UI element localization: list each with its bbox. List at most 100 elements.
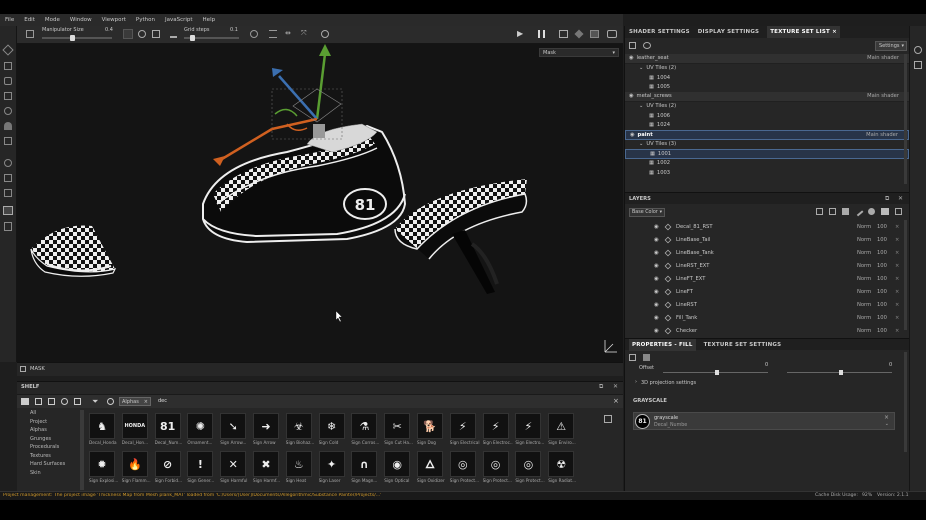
close-icon[interactable]: × (895, 276, 899, 282)
shelf-item[interactable]: ✹ Sign Explosi... (89, 451, 118, 487)
uv-tiles-row[interactable]: ⌄ UV Tiles (2) (625, 102, 909, 112)
link-icon[interactable] (643, 42, 651, 49)
pause-icon[interactable] (538, 30, 545, 38)
opacity-value[interactable]: 100 (877, 328, 887, 334)
chevron-down-icon[interactable]: ⌄ (639, 103, 643, 109)
menu-edit[interactable]: Edit (24, 17, 35, 23)
menu-file[interactable]: File (5, 17, 14, 23)
menu-window[interactable]: Window (70, 17, 92, 23)
shelf-item[interactable]: ◉ Sign Optical (384, 451, 412, 487)
slider-handle[interactable] (190, 35, 195, 41)
list-icon[interactable] (914, 61, 922, 69)
offset-slider-1[interactable] (663, 370, 768, 375)
shelf-item[interactable]: ✖ Sign Harmf... (253, 451, 281, 487)
slider-handle[interactable] (715, 370, 719, 375)
opacity-value[interactable]: 100 (877, 289, 887, 295)
close-icon[interactable]: × (884, 414, 889, 421)
shelf-item[interactable]: ∩ Sign Magn... (351, 451, 379, 487)
tab-shader-settings[interactable]: SHADER SETTINGS (629, 29, 690, 35)
align-icon[interactable] (269, 30, 277, 38)
paint-brush-icon[interactable] (2, 44, 14, 56)
shelf-item[interactable]: ⚗ Sign Corros... (351, 413, 379, 449)
popout-icon[interactable]: ⧉ (885, 195, 889, 203)
uv-tiles-row[interactable]: ⌄ UV Tiles (3) (625, 140, 909, 150)
grid-view-icon[interactable] (604, 415, 612, 423)
opacity-value[interactable]: 100 (877, 224, 887, 230)
offset-value-1[interactable]: 0 (765, 362, 768, 368)
category-skin[interactable]: Skin (17, 469, 87, 478)
shelf-item[interactable]: ♞ Decal_Honda (89, 413, 117, 449)
console-icon[interactable] (3, 206, 13, 215)
category-grunges[interactable]: Grunges (17, 435, 87, 444)
shelf-item[interactable]: ➜ Sign Arrow (253, 413, 281, 449)
physics-icon[interactable] (4, 159, 12, 167)
shader-label[interactable]: Main shader (866, 132, 898, 138)
material-icon[interactable] (868, 208, 875, 215)
grid-steps-value[interactable]: 0.1 (230, 27, 238, 33)
shelf-item[interactable]: ➘ Sign Arrow... (220, 413, 248, 449)
shelf-item[interactable]: ✕ Sign Harmful (220, 451, 248, 487)
close-icon[interactable]: × (895, 263, 899, 269)
eye-icon[interactable]: ◉ (654, 328, 659, 334)
shelf-item[interactable]: ✦ Sign Laser (318, 451, 347, 487)
blend-mode[interactable]: Norm (857, 289, 871, 295)
uv-mode-icon[interactable] (643, 354, 650, 361)
shelf-item[interactable]: ⚡ Sign Electro... (515, 413, 544, 449)
properties-scrollbar[interactable] (904, 352, 907, 452)
eye-icon[interactable]: ◉ (654, 237, 659, 243)
filter-icon[interactable]: ⏷ (92, 397, 98, 407)
chevron-down-icon[interactable]: ⌄ (639, 141, 643, 147)
texture-set-row-selected[interactable]: ◉ paint Main shader (625, 130, 909, 140)
layer-row[interactable]: ◉ LineBase_Tank Norm 100 × (625, 246, 909, 259)
settings-icon[interactable] (629, 42, 636, 49)
texture-set-row[interactable]: ◉ leather_seat Main shader (625, 54, 909, 64)
shelf-item[interactable]: 81 Decal_Num... (154, 413, 183, 449)
opacity-value[interactable]: 100 (877, 263, 887, 269)
settings-dropdown[interactable]: Settings ▾ (875, 41, 907, 51)
category-project[interactable]: Project (17, 418, 87, 427)
shelf-item[interactable]: ⊘ Sign Forbid... (154, 451, 183, 487)
close-icon[interactable]: × (144, 398, 148, 406)
add-paint-layer-icon[interactable] (853, 206, 864, 217)
trash-icon[interactable] (895, 208, 902, 215)
layer-row[interactable]: ◉ LineFT Norm 100 × (625, 285, 909, 298)
uv-tile-row-selected[interactable]: ▦ 1001 (625, 149, 909, 159)
eye-icon[interactable]: ◉ (629, 55, 634, 61)
history-icon[interactable] (321, 30, 329, 38)
manipulator-size-slider[interactable] (42, 35, 112, 41)
tab-texture-set-settings[interactable]: TEXTURE SET SETTINGS (704, 342, 782, 348)
menu-python[interactable]: Python (136, 17, 155, 23)
add-fill-icon[interactable] (842, 208, 849, 215)
shelf-item[interactable]: 🐕 Sign Dog (417, 413, 445, 449)
checkbox-icon[interactable] (20, 366, 26, 372)
blend-mode[interactable]: Norm (857, 263, 871, 269)
hide-icon[interactable] (61, 398, 68, 405)
close-icon[interactable]: × (895, 328, 899, 334)
filter-tag[interactable]: Alphas × (119, 397, 151, 406)
shelf-item[interactable]: ❄ Sign Cold (318, 413, 347, 449)
blend-mode[interactable]: Norm (857, 250, 871, 256)
search-icon[interactable] (107, 398, 114, 405)
blend-mode[interactable]: Norm (857, 328, 871, 334)
eye-icon[interactable]: ◉ (630, 132, 635, 138)
shelf-item[interactable]: ☣ Sign Biohaz... (285, 413, 314, 449)
category-alphas[interactable]: Alphas (17, 426, 87, 435)
texture-set-row[interactable]: ◉ metal_screws Main shader (625, 92, 909, 102)
uv-tiles-row[interactable]: ⌄ UV Tiles (2) (625, 64, 909, 74)
layer-row[interactable]: ◉ LineFT_EXT Norm 100 × (625, 272, 909, 285)
category-procedurals[interactable]: Procedurals (17, 443, 87, 452)
eye-icon[interactable]: ◉ (654, 263, 659, 269)
add-mask-icon[interactable] (829, 208, 836, 215)
grid-steps-slider[interactable] (184, 35, 239, 41)
shelf-search-input[interactable]: dec (158, 398, 167, 404)
grayscale-resource-slot[interactable]: 81 grayscale Decal_Numbe × ⌄ (633, 412, 895, 430)
blend-mode[interactable]: Norm (857, 237, 871, 243)
close-icon[interactable]: × (613, 397, 619, 405)
close-icon[interactable]: × (895, 237, 899, 243)
move-icon[interactable] (123, 29, 133, 39)
eye-icon[interactable]: ◉ (629, 93, 634, 99)
offset-slider-2[interactable] (787, 370, 892, 375)
uv-tile-row[interactable]: ▦ 1004 (625, 73, 909, 83)
camera-icon[interactable] (250, 30, 258, 38)
document-icon[interactable] (4, 222, 12, 231)
